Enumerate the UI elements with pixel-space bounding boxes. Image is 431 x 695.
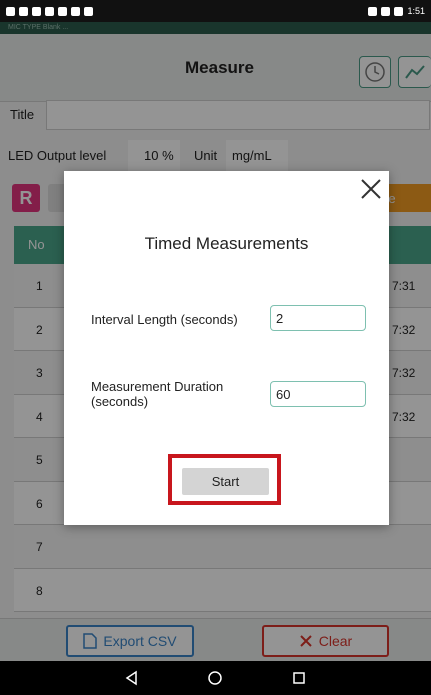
status-icons-right: 1:51 [368,6,425,16]
status-icons-left [6,6,93,16]
timed-measurements-dialog: Timed Measurements Interval Length (seco… [64,171,389,525]
close-icon [361,179,381,199]
bluetooth-icon [368,6,378,16]
notification-icon [6,6,15,16]
notification-icon [19,6,28,16]
notification-icon [45,6,54,16]
measurement-duration-input[interactable] [270,381,366,407]
battery-icon [394,6,404,16]
notification-icon [32,6,41,16]
back-icon [125,670,137,686]
recents-button[interactable] [289,668,309,688]
close-dialog-button[interactable] [357,175,385,203]
notification-icon [71,6,80,16]
measurement-duration-label: Measurement Duration (seconds) [91,379,224,409]
back-button[interactable] [122,668,142,688]
notification-icon [84,6,93,16]
recents-icon [293,672,305,684]
wifi-icon [381,6,391,16]
status-bar: 1:51 [0,0,431,22]
android-nav-bar [0,661,431,695]
home-button[interactable] [205,668,225,688]
interval-length-label: Interval Length (seconds) [91,312,238,327]
dialog-title: Timed Measurements [144,234,309,253]
status-time: 1:51 [407,6,425,16]
home-icon [208,671,223,685]
interval-length-input[interactable] [270,305,366,331]
notification-icon [58,6,67,16]
start-button[interactable]: Start [182,468,269,495]
